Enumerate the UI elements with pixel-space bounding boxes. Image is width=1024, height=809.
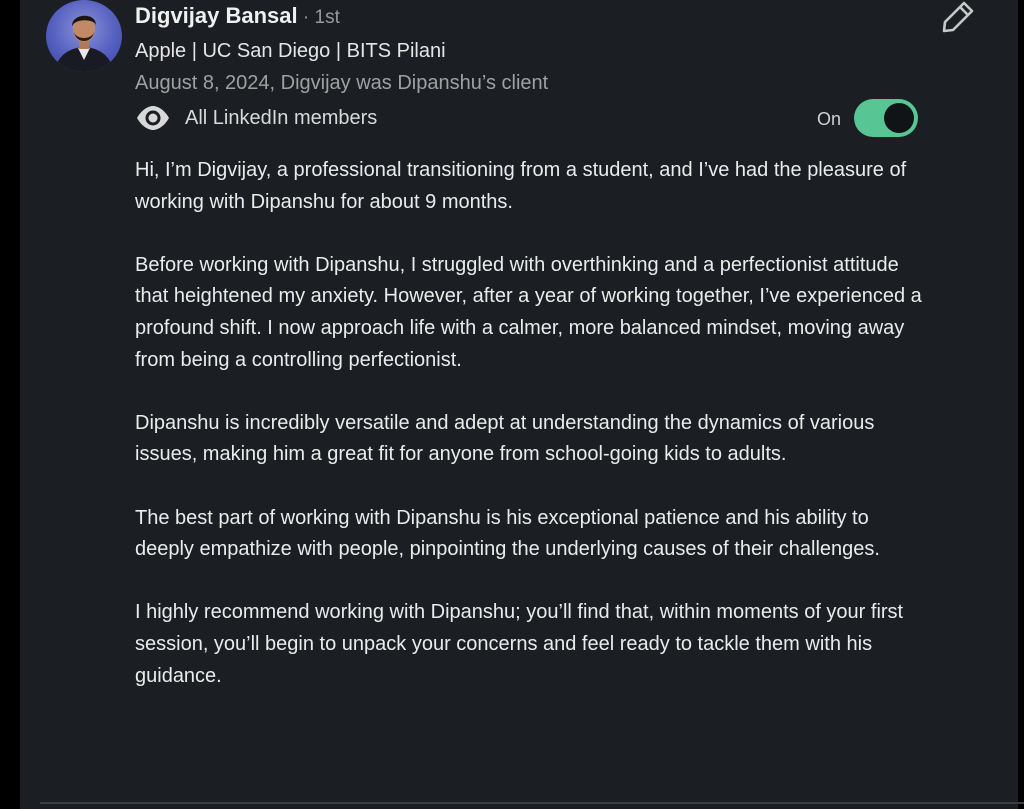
- author-headline: Apple | UC San Diego | BITS Pilani: [135, 40, 446, 62]
- author-name-line: Digvijay Bansal · 1st: [135, 3, 340, 31]
- relationship-date: August 8, 2024, Digvijay was Dipanshu’s …: [135, 72, 549, 94]
- recommendation-paragraph: Before working with Dipanshu, I struggle…: [135, 253, 922, 371]
- eye-icon: [135, 105, 171, 131]
- author-name[interactable]: Digvijay Bansal: [135, 3, 298, 28]
- visibility-setting: All LinkedIn members On: [135, 99, 920, 137]
- divider: [40, 802, 1024, 804]
- visibility-toggle[interactable]: [854, 99, 918, 137]
- connection-degree: · 1st: [297, 7, 340, 28]
- recommendation-text: Hi, I’m Digvijay, a professional transit…: [135, 155, 925, 692]
- pencil-icon[interactable]: [941, 0, 975, 34]
- recommendation-paragraph: Dipanshu is incredibly versatile and ade…: [135, 411, 875, 466]
- toggle-state-label: On: [817, 109, 842, 129]
- recommendation-paragraph: I highly recommend working with Dipanshu…: [135, 601, 904, 687]
- recommendation-paragraph: The best part of working with Dipanshu i…: [135, 506, 880, 561]
- toggle-knob: [884, 103, 914, 133]
- visibility-label: All LinkedIn members: [185, 107, 378, 129]
- avatar[interactable]: [46, 0, 122, 72]
- recommendation-paragraph: Hi, I’m Digvijay, a professional transit…: [135, 159, 907, 213]
